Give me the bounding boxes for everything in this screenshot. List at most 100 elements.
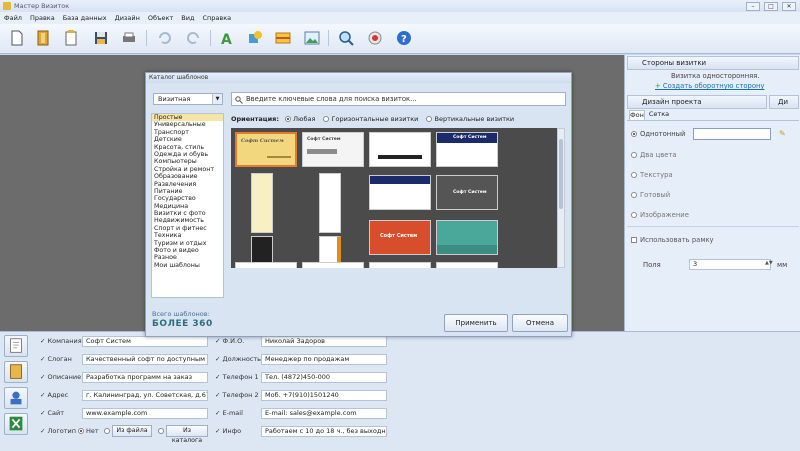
redo-icon[interactable] [185, 29, 203, 47]
menu-database[interactable]: База данных [63, 12, 107, 24]
color-picker-icon[interactable]: ✎ [779, 129, 786, 138]
template-card[interactable]: Софт Систем [302, 132, 364, 167]
tab-background[interactable]: Фон [629, 110, 645, 120]
category-item[interactable]: Государство [152, 195, 223, 202]
text-icon[interactable]: A [218, 29, 236, 48]
solid-color-swatch[interactable] [693, 128, 771, 140]
field-description-input[interactable]: Разработка программ на заказ [82, 372, 208, 383]
logo-none-radio[interactable] [78, 428, 84, 434]
templates-button[interactable] [4, 361, 28, 383]
menu-design[interactable]: Дизайн [115, 12, 140, 24]
category-item[interactable]: Стройка и ремонт [152, 166, 223, 173]
category-item[interactable]: Медицина [152, 203, 223, 210]
clipboard-icon[interactable] [62, 29, 80, 47]
template-card[interactable] [369, 262, 431, 268]
template-card[interactable] [436, 262, 498, 268]
category-item[interactable]: Мои шаблоны [152, 262, 223, 269]
template-card-vertical[interactable] [251, 173, 273, 233]
menu-object[interactable]: Объект [148, 12, 173, 24]
image-icon[interactable] [274, 29, 292, 47]
category-item[interactable]: Недвижимость [152, 217, 223, 224]
field-email-input[interactable]: E-mail: sales@example.com [261, 408, 387, 419]
maximize-button[interactable]: □ [764, 1, 778, 11]
cancel-button[interactable]: Отмена [512, 314, 568, 332]
category-item[interactable]: Разное [152, 254, 223, 261]
save-icon[interactable] [92, 29, 110, 47]
open-folder-icon[interactable] [34, 29, 52, 47]
use-frame-checkbox[interactable] [631, 237, 637, 243]
menu-edit[interactable]: Правка [30, 12, 55, 24]
category-item[interactable]: Красота, стиль [152, 144, 223, 151]
field-site-input[interactable]: www.example.com [82, 408, 208, 419]
contacts-button[interactable] [4, 387, 28, 409]
field-phone1-input[interactable]: Тел. (4872)450-000 [261, 372, 387, 383]
search-input[interactable]: Введите ключевые слова для поиска визито… [231, 92, 566, 106]
category-item[interactable]: Фото и видео [152, 247, 223, 254]
help-icon[interactable]: ? [395, 29, 413, 47]
field-phone2-input[interactable]: Моб. +7(910)1501240 [261, 390, 387, 401]
print-icon[interactable] [120, 29, 138, 47]
field-position-input[interactable]: Менеджер по продажам [261, 354, 387, 365]
logo-from-catalog-radio[interactable] [158, 428, 164, 434]
option-solid-radio[interactable] [631, 131, 637, 137]
orientation-vertical-radio[interactable] [426, 116, 433, 122]
template-card[interactable] [436, 220, 498, 255]
template-card[interactable] [235, 262, 297, 268]
logo-from-catalog-button[interactable]: Из каталога [166, 425, 208, 444]
template-card[interactable]: Софт Систем [436, 132, 498, 167]
template-card[interactable] [302, 262, 364, 268]
picture-icon[interactable] [303, 29, 321, 47]
minimize-button[interactable]: – [746, 1, 760, 11]
menu-file[interactable]: Файл [4, 12, 22, 24]
category-item[interactable]: Техника [152, 232, 223, 239]
logo-from-file-button[interactable]: Из файла [112, 425, 152, 437]
tab-grid[interactable]: Сетка [647, 110, 671, 120]
category-item[interactable]: Питание [152, 188, 223, 195]
template-card[interactable]: Софт Систем [369, 220, 431, 255]
template-card[interactable]: Софт Систем [235, 132, 297, 167]
shapes-icon[interactable] [246, 29, 264, 47]
menu-view[interactable]: Вид [181, 12, 194, 24]
category-item[interactable]: Одежда и обувь [152, 151, 223, 158]
close-button[interactable]: ✕ [782, 1, 796, 11]
edit-fields-button[interactable] [4, 335, 28, 357]
margins-input[interactable]: 3 [689, 259, 771, 270]
template-card-vertical[interactable] [251, 236, 273, 264]
category-item[interactable]: Развлечения [152, 181, 223, 188]
template-card[interactable] [369, 132, 431, 167]
export-icon[interactable] [366, 29, 384, 47]
category-item[interactable]: Туризм и отдых [152, 240, 223, 247]
create-back-side-link[interactable]: + Создать оборотную сторону [655, 82, 764, 90]
apply-button[interactable]: Применить [444, 314, 508, 332]
category-select[interactable]: Визитная ▼ [153, 93, 223, 105]
option-two-colors-radio[interactable] [631, 152, 637, 158]
category-item[interactable]: Простые [152, 114, 223, 122]
category-item[interactable]: Визитки с фото [152, 210, 223, 217]
logo-from-file-radio[interactable] [104, 428, 110, 434]
orientation-any-radio[interactable] [285, 116, 292, 122]
design-header-2[interactable]: Ди [769, 95, 799, 109]
category-item[interactable]: Транспорт [152, 129, 223, 136]
menu-help[interactable]: Справка [202, 12, 231, 24]
scrollbar-thumb[interactable] [559, 139, 563, 209]
field-slogan-input[interactable]: Качественный софт по доступным ценам [82, 354, 208, 365]
category-item[interactable]: Спорт и фитнес [152, 225, 223, 232]
excel-button[interactable] [4, 413, 28, 435]
new-file-icon[interactable] [8, 29, 26, 47]
category-item[interactable]: Компьютеры [152, 158, 223, 165]
field-address-input[interactable]: г. Калининград, ул. Советская, д.67, оф.… [82, 390, 208, 401]
option-ready-radio[interactable] [631, 192, 637, 198]
orientation-horizontal-radio[interactable] [323, 116, 330, 122]
field-name-input[interactable]: Николай Задоров [261, 336, 387, 347]
undo-icon[interactable] [155, 29, 173, 47]
margins-spinner-icon[interactable]: ▲▼ [765, 260, 773, 266]
thumbnails-scrollbar[interactable] [557, 128, 565, 268]
zoom-icon[interactable] [337, 29, 355, 47]
option-texture-radio[interactable] [631, 172, 637, 178]
field-company-input[interactable]: Софт Систем [82, 336, 208, 347]
template-card[interactable]: Софт Систем [436, 175, 498, 210]
template-card-vertical[interactable] [319, 173, 341, 233]
template-card[interactable] [369, 175, 431, 210]
category-item[interactable]: Детские [152, 136, 223, 143]
category-item[interactable]: Универсальные [152, 121, 223, 128]
